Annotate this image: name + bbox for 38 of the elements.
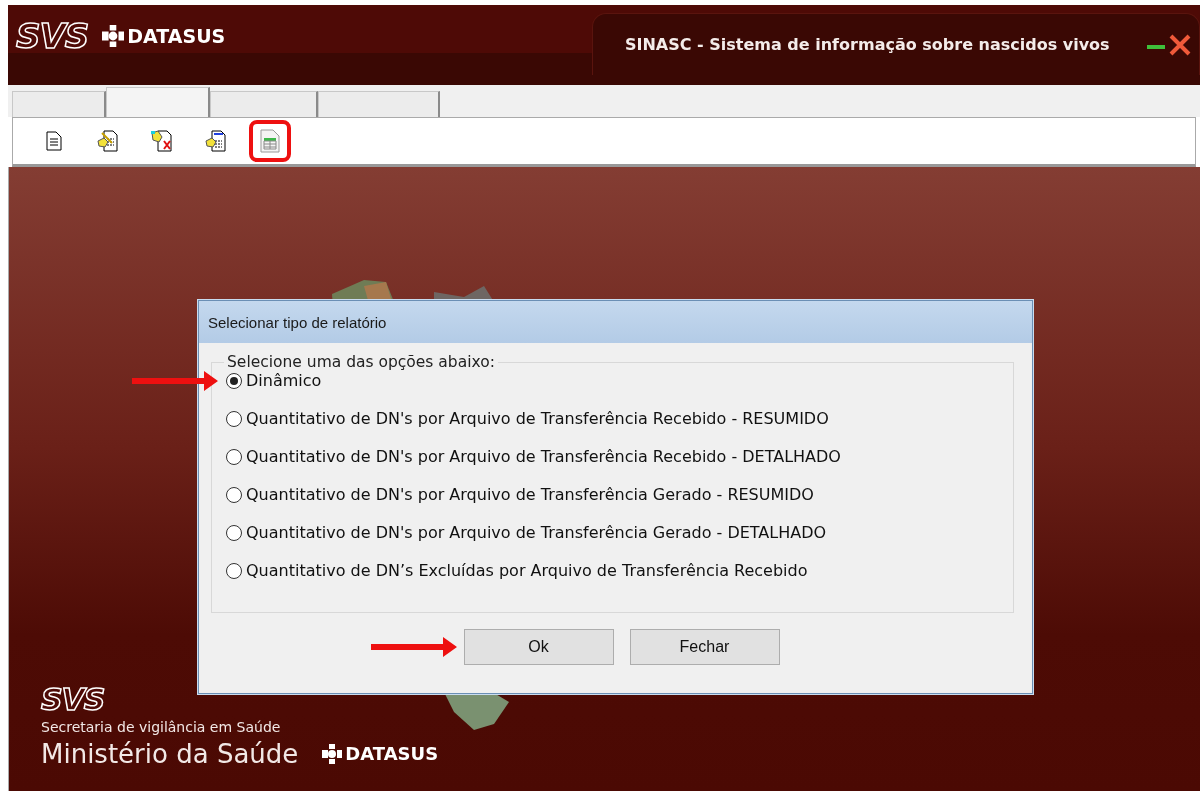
ministry-name: Ministério da Saúde xyxy=(41,739,299,769)
group-label: Selecione uma das opções abaixo: xyxy=(226,353,496,371)
radio-button[interactable] xyxy=(226,448,242,465)
option-label: Dinâmico xyxy=(246,371,322,390)
close-dialog-button[interactable]: Fechar xyxy=(629,629,780,665)
datasus-logo-icon xyxy=(102,25,125,47)
document-hand-icon xyxy=(96,129,120,153)
option-label: Quantitativo de DN's por Arquivo de Transferência Gerado - DETALHADO xyxy=(246,523,827,542)
radio-option[interactable]: Quantitativo de DN’s Excluídas por Arquivo de Transferência Recebido xyxy=(226,561,1013,580)
datasus-logo-icon xyxy=(322,744,343,764)
svs-logo: SVS xyxy=(41,685,106,715)
close-icon[interactable] xyxy=(1167,32,1192,57)
radio-button[interactable] xyxy=(226,372,242,389)
spreadsheet-icon xyxy=(260,129,280,153)
radio-option[interactable]: Quantitativo de DN's por Arquivo de Transferência Recebido - DETALHADO xyxy=(226,447,1013,466)
datasus-logo: DATASUS xyxy=(127,26,226,46)
document-hand-icon xyxy=(150,129,174,153)
radio-button[interactable] xyxy=(226,562,242,579)
radio-option[interactable]: Quantitativo de DN's por Arquivo de Transferência Gerado - RESUMIDO xyxy=(226,485,1013,504)
subtitle: Secretaria de vigilância em Saúde xyxy=(41,719,282,735)
radio-option[interactable]: Quantitativo de DN's por Arquivo de Transferência Recebido - RESUMIDO xyxy=(226,409,1013,428)
toolbar-button[interactable] xyxy=(249,120,291,162)
svs-logo: SVS xyxy=(16,19,89,53)
option-label: Quantitativo de DN's por Arquivo de Transferência Recebido - DETALHADO xyxy=(246,447,841,466)
tab[interactable] xyxy=(12,91,106,117)
option-label: Quantitativo de DN’s Excluídas por Arquivo de Transferência Recebido xyxy=(246,561,808,580)
radio-button[interactable] xyxy=(226,410,242,427)
window-title: SINASC - Sistema de informação sobre nascidos vivos xyxy=(625,35,1110,54)
radio-option[interactable]: Dinâmico xyxy=(226,371,1013,390)
datasus-logo: DATASUS xyxy=(345,745,439,763)
radio-button[interactable] xyxy=(226,486,242,503)
document-icon xyxy=(46,131,62,151)
option-label: Quantitativo de DN's por Arquivo de Transferência Gerado - RESUMIDO xyxy=(246,485,814,504)
radio-button[interactable] xyxy=(226,524,242,541)
document-hand-icon xyxy=(204,129,228,153)
radio-option[interactable]: Quantitativo de DN's por Arquivo de Transferência Gerado - DETALHADO xyxy=(226,523,1013,542)
dialog-title: Selecionar tipo de relatório xyxy=(199,301,1032,343)
option-label: Quantitativo de DN's por Arquivo de Transferência Recebido - RESUMIDO xyxy=(246,409,829,428)
